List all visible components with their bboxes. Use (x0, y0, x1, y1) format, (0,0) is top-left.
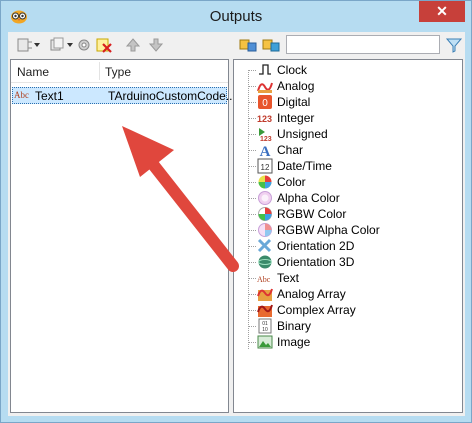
collapse-icon[interactable] (261, 36, 283, 54)
tree-item-label: Color (277, 175, 306, 189)
analog-array-icon (257, 288, 273, 301)
orientation-2d-icon (257, 238, 272, 253)
tree-item-integer[interactable]: 123 Integer (234, 110, 434, 126)
tree-item-rgbw-alpha-color[interactable]: RGBW Alpha Color (234, 222, 434, 238)
digital-icon: 0 (258, 95, 272, 109)
color-icon (258, 175, 272, 189)
binary-icon: 01 10 (258, 318, 272, 334)
funnel-icon[interactable] (443, 36, 465, 54)
analog-icon (257, 82, 273, 93)
move-down-icon[interactable] (145, 36, 167, 54)
outputs-window: Outputs ✕ Name Type Abc Text1 TArduinoCu… (0, 0, 472, 423)
tree-item-label: Orientation 2D (277, 239, 355, 253)
close-button[interactable]: ✕ (419, 1, 465, 22)
tree-item-color[interactable]: Color (234, 174, 434, 190)
integer-icon: 123 (257, 114, 272, 124)
svg-text:0: 0 (262, 98, 268, 109)
tree-item-label: Complex Array (277, 303, 356, 317)
add-pins-dropdown-icon[interactable] (67, 43, 73, 47)
delete-icon[interactable] (94, 36, 116, 54)
svg-text:Abc: Abc (257, 275, 271, 284)
tree-item-complex-array[interactable]: Complex Array (234, 302, 434, 318)
tree-item-label: Orientation 3D (277, 255, 355, 269)
tree-item-digital[interactable]: 0 Digital (234, 94, 434, 110)
tree-item-label: Clock (277, 63, 308, 77)
tree-item-analog[interactable]: Analog (234, 78, 434, 94)
text-icon: Abc (257, 275, 271, 284)
tree-item-unsigned[interactable]: 123 Unsigned (234, 126, 434, 142)
tree-item-label: RGBW Color (277, 207, 347, 221)
new-pin-dropdown-icon[interactable] (34, 43, 40, 47)
tree-item-image[interactable]: Image (234, 334, 434, 350)
rgbw-alpha-color-icon (258, 223, 272, 237)
tree-item-label: Alpha Color (277, 191, 340, 205)
orientation-3d-icon (258, 255, 272, 269)
client-area: Name Type Abc Text1 TArduinoCustomCode..… (8, 32, 465, 416)
unsigned-icon: 123 (259, 128, 272, 142)
tree-item-binary[interactable]: 01 10 Binary (234, 318, 434, 334)
tree-item-text[interactable]: Abc Text (234, 270, 434, 286)
column-header-name[interactable]: Name (11, 62, 49, 82)
window-title: Outputs (209, 8, 263, 25)
tree-item-label: Text (277, 271, 300, 285)
tree-item-label: Integer (277, 111, 315, 125)
settings-gear-icon[interactable] (74, 36, 96, 54)
datetime-icon: 12 (257, 158, 273, 174)
tree-item-label: Char (277, 143, 304, 157)
tree-item-label: Analog Array (277, 287, 346, 301)
image-icon (257, 335, 273, 349)
svg-text:12: 12 (261, 163, 270, 172)
text-icon: Abc (14, 90, 29, 100)
char-icon: A (260, 144, 271, 158)
title-bar[interactable]: Outputs ✕ (1, 1, 471, 32)
tree-item-label: Binary (277, 319, 312, 333)
svg-text:A: A (260, 144, 271, 158)
tree-item-label: Date/Time (277, 159, 332, 173)
tree-item-alpha-color[interactable]: Alpha Color (234, 190, 434, 206)
tree-item-orientation-3d[interactable]: Orientation 3D (234, 254, 434, 270)
tree-item-char[interactable]: A Char (234, 142, 434, 158)
tree-item-label: RGBW Alpha Color (277, 223, 380, 237)
tree-item-datetime[interactable]: 12 Date/Time (234, 158, 434, 174)
svg-text:10: 10 (262, 327, 268, 333)
move-up-icon[interactable] (122, 36, 144, 54)
svg-text:123: 123 (257, 114, 272, 124)
pin-list-panel: Name Type Abc Text1 TArduinoCustomCode..… (10, 59, 236, 413)
tree-item-rgbw-color[interactable]: RGBW Color (234, 206, 434, 222)
header-divider (11, 82, 228, 83)
tree-item-label: Image (277, 335, 311, 349)
tree-item-clock[interactable]: Clock (234, 62, 434, 78)
tree-item-analog-array[interactable]: Analog Array (234, 286, 434, 302)
complex-array-icon (257, 304, 273, 317)
tree-item-orientation-2d[interactable]: Orientation 2D (234, 238, 434, 254)
output-types-tree: Clock Analog 0 Digital 123 Integer 123 U… (233, 59, 463, 413)
row-type: TArduinoCustomCode... (108, 89, 236, 103)
tree-item-label: Digital (277, 95, 311, 109)
search-input[interactable] (286, 35, 440, 54)
column-header-type[interactable]: Type (99, 62, 131, 82)
tree-item-label: Unsigned (277, 127, 328, 141)
expand-icon[interactable] (238, 36, 260, 54)
alpha-color-icon (258, 191, 272, 205)
tree-item-label: Analog (277, 79, 315, 93)
rgbw-color-icon (258, 207, 272, 221)
clock-icon (259, 64, 271, 75)
table-row[interactable]: Abc Text1 TArduinoCustomCode... (12, 87, 236, 104)
row-name: Text1 (35, 89, 64, 103)
